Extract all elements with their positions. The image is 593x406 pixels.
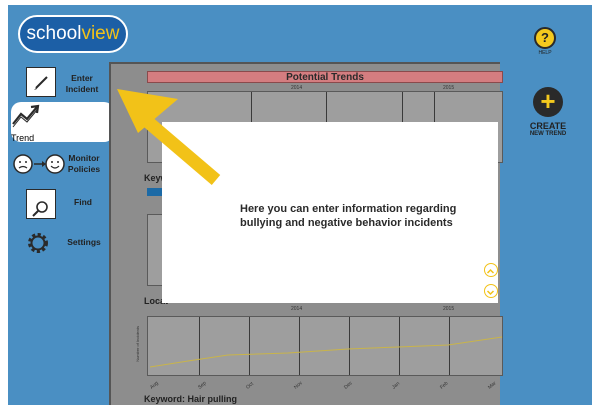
popup-down-button[interactable] — [484, 284, 498, 298]
help-label: HELP — [538, 50, 552, 56]
x-tick: Jan — [391, 380, 402, 391]
plus-icon: + — [533, 87, 563, 117]
x-tick: Nov — [293, 380, 304, 391]
app-window: schoolview ? HELP Enter Incident Trend M… — [8, 5, 592, 405]
schoolview-logo[interactable]: schoolview — [18, 15, 128, 53]
magnify-paper-icon — [26, 189, 56, 219]
trend-chart-bottom[interactable] — [147, 316, 503, 376]
pencil-paper-icon — [26, 67, 56, 97]
help-button[interactable]: ? HELP — [528, 27, 562, 56]
sidebar-item-label: Monitor Policies — [67, 153, 101, 174]
sidebar-item-monitor-policies[interactable]: Monitor Policies — [8, 149, 108, 185]
chevron-up-icon — [486, 268, 495, 274]
create-label: CREATE — [529, 121, 567, 131]
create-sublabel: NEW TREND — [529, 131, 567, 137]
year-label: 2015 — [443, 306, 455, 312]
help-icon: ? — [534, 27, 556, 49]
face-monitor-icon — [13, 154, 65, 174]
x-tick: Feb — [439, 380, 450, 391]
sidebar-item-settings[interactable]: Settings — [8, 229, 108, 259]
popup-message: Here you can enter information regarding… — [240, 203, 457, 229]
sidebar-item-trend[interactable]: Trend — [11, 102, 114, 143]
x-tick: Dec — [343, 380, 354, 391]
gear-icon — [28, 233, 48, 253]
year-label: 2014 — [291, 306, 303, 312]
logo-text-view: view — [81, 23, 120, 44]
page-title: Potential Trends — [147, 71, 503, 83]
x-tick: Aug — [149, 380, 160, 391]
create-new-trend-button[interactable]: + CREATE NEW TREND — [523, 87, 573, 137]
logo-text-school: school — [26, 23, 82, 44]
x-tick: Mar — [487, 380, 498, 391]
sidebar-item-enter-incident[interactable]: Enter Incident — [8, 65, 108, 101]
x-tick: Oct — [245, 380, 255, 391]
sidebar-item-label: Settings — [67, 237, 101, 247]
sidebar-item-label: Trend — [11, 133, 35, 143]
popup-up-button[interactable] — [484, 263, 498, 277]
sidebar-item-find[interactable]: Find — [8, 187, 108, 223]
trend-line — [149, 336, 503, 368]
sidebar-item-label: Find — [74, 197, 92, 207]
chevron-down-icon — [486, 290, 495, 296]
keyword-label: Keyword: Hair pulling — [144, 394, 238, 404]
sidebar-item-label: Enter Incident — [65, 73, 99, 94]
trend-line-icon — [12, 104, 40, 128]
tutorial-popup: Here you can enter information regarding… — [162, 122, 498, 303]
y-axis-label: Number of Incidents — [135, 326, 140, 362]
x-tick: Sep — [197, 380, 208, 391]
